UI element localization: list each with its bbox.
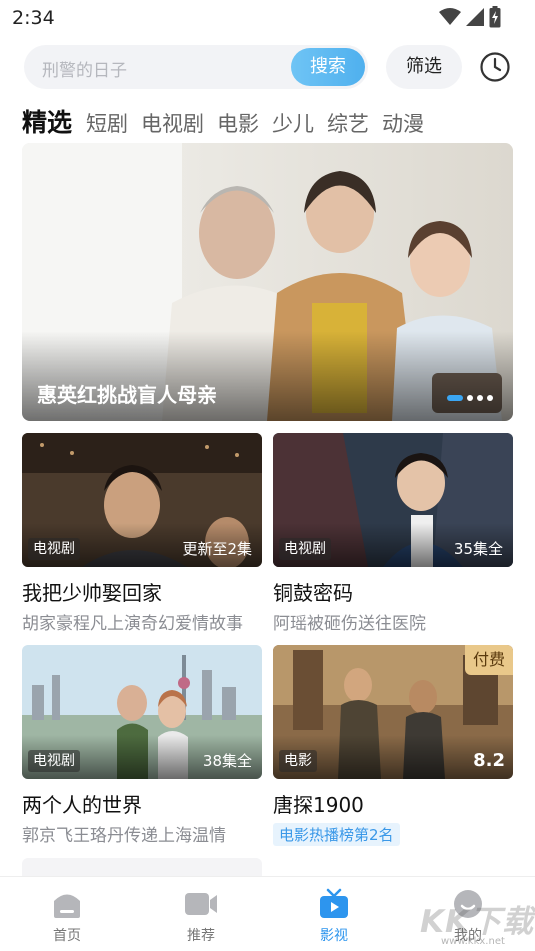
tab-kids[interactable]: 少儿	[272, 108, 314, 138]
card-subtitle: 阿瑶被砸伤送往医院	[273, 614, 426, 634]
clock-icon[interactable]	[478, 50, 512, 84]
filter-button[interactable]: 筛选	[386, 45, 462, 89]
nav-label: 影视	[320, 928, 348, 944]
category-tabs: 精选 短剧 电视剧 电影 少儿 综艺 动漫	[22, 103, 437, 139]
ranking-tag: 电影热播榜第2名	[273, 823, 400, 846]
card-thumbnail: 电视剧 更新至2集	[22, 433, 262, 567]
card-thumbnail: 付费 电影 8.2	[273, 645, 513, 779]
pagination-dot	[477, 395, 483, 401]
card-subtitle: 郭京飞王珞丹传递上海温情	[22, 826, 226, 846]
battery-icon	[489, 6, 501, 28]
card-title: 我把少帅娶回家	[22, 581, 162, 605]
video-card[interactable]: 付费 电影 8.2 唐探1900 电影热播榜第2名	[273, 645, 513, 846]
type-badge: 电视剧	[28, 538, 80, 560]
tab-movie[interactable]: 电影	[217, 108, 259, 138]
home-icon	[54, 894, 80, 918]
type-badge: 电视剧	[28, 750, 80, 772]
video-card[interactable]: 电视剧 更新至2集 我把少帅娶回家 胡家豪程凡上演奇幻爱情故事	[22, 433, 262, 634]
episode-progress: 更新至2集	[182, 540, 252, 558]
episode-progress: 35集全	[453, 540, 503, 558]
nav-label: 推荐	[187, 928, 215, 944]
type-badge: 电视剧	[279, 538, 331, 560]
tab-short-drama[interactable]: 短剧	[86, 108, 128, 138]
nav-label: 首页	[53, 928, 81, 944]
cellular-signal-icon	[466, 8, 484, 26]
status-time: 2:34	[12, 7, 55, 29]
tab-anime[interactable]: 动漫	[382, 108, 424, 138]
status-bar: 2:34	[0, 0, 535, 36]
banner-pagination	[447, 395, 493, 401]
search-input[interactable]: 刑警的日子 搜索	[24, 45, 368, 89]
episode-progress: 38集全	[202, 752, 252, 770]
card-thumbnail: 电视剧 35集全	[273, 433, 513, 567]
video-camera-icon	[185, 893, 217, 915]
watermark-url: www.kkx.net	[441, 936, 505, 947]
pagination-dot-active	[447, 395, 463, 401]
tab-featured[interactable]: 精选	[22, 103, 72, 139]
tv-icon	[320, 888, 348, 918]
search-button[interactable]: 搜索	[291, 48, 365, 86]
wifi-icon	[439, 8, 461, 25]
search-placeholder: 刑警的日子	[42, 61, 127, 81]
video-card[interactable]: 电视剧 38集全 两个人的世界 郭京飞王珞丹传递上海温情	[22, 645, 262, 846]
card-thumbnail: 电视剧 38集全	[22, 645, 262, 779]
featured-banner[interactable]: 惠英红挑战盲人母亲	[22, 143, 513, 421]
nav-movies-tv[interactable]: 影视	[267, 877, 401, 951]
banner-title: 惠英红挑战盲人母亲	[37, 383, 217, 407]
card-subtitle: 胡家豪程凡上演奇幻爱情故事	[22, 614, 243, 634]
pagination-dot	[467, 395, 473, 401]
card-title: 两个人的世界	[22, 793, 142, 817]
card-title: 唐探1900	[273, 793, 364, 817]
video-card[interactable]: 电视剧 35集全 铜鼓密码 阿瑶被砸伤送往医院	[273, 433, 513, 634]
tab-tv-series[interactable]: 电视剧	[141, 108, 204, 138]
watermark: KK下载	[420, 904, 535, 940]
pagination-dot	[487, 395, 493, 401]
card-title: 铜鼓密码	[273, 581, 353, 605]
nav-recommend[interactable]: 推荐	[134, 877, 268, 951]
tab-variety[interactable]: 综艺	[327, 108, 369, 138]
rating-score: 8.2	[473, 750, 505, 771]
status-icons	[439, 6, 501, 28]
type-badge: 电影	[279, 750, 317, 772]
next-card-preview	[22, 858, 262, 878]
nav-home[interactable]: 首页	[0, 877, 134, 951]
paid-badge: 付费	[465, 645, 513, 675]
